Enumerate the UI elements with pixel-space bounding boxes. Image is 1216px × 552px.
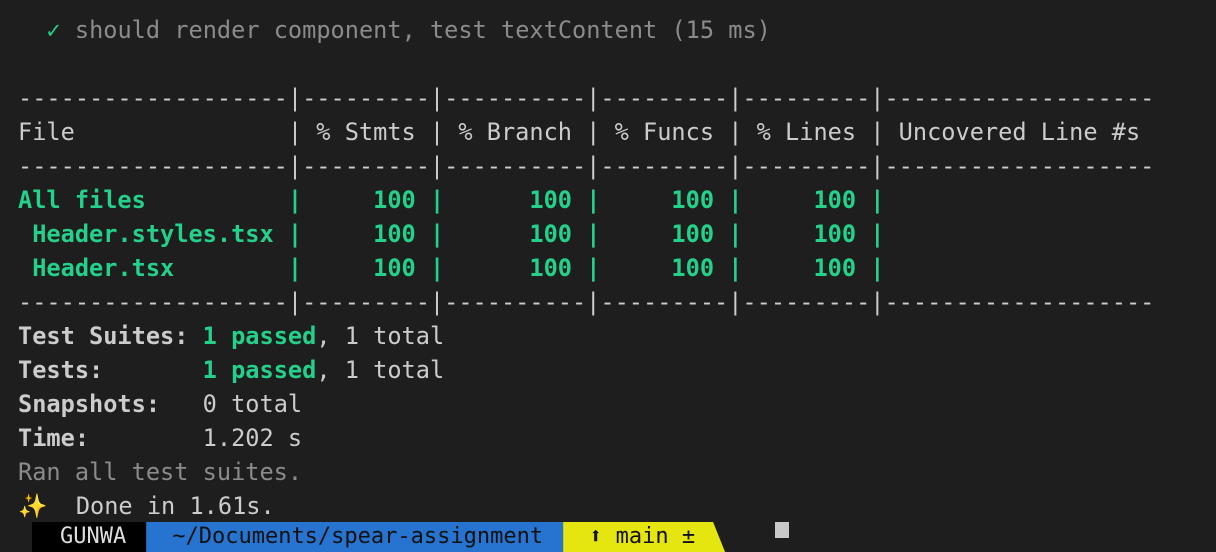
- summary-suites: Test Suites: 1 passed, 1 total: [18, 319, 1154, 353]
- summary-tests: Tests: 1 passed, 1 total: [18, 353, 1154, 387]
- test-name: should render component, test textConten…: [74, 16, 771, 44]
- table-row: Header.styles.tsx | 100 | 100 | 100 | 10…: [18, 217, 1154, 251]
- table-separator: -------------------|---------|----------…: [18, 288, 1155, 316]
- summary-snapshots: Snapshots: 0 total: [18, 387, 1154, 421]
- table-header: File | % Stmts | % Branch | % Funcs | % …: [18, 118, 1155, 146]
- prompt-branch: ⬆ main ±: [563, 522, 725, 552]
- coverage-values: | 100 | 100 | 100 | 100 |: [287, 186, 1155, 214]
- value: 0 total: [202, 390, 303, 418]
- value: 1.202 s: [202, 424, 303, 452]
- table-separator: -------------------|---------|----------…: [18, 152, 1155, 180]
- check-icon: ✓: [46, 16, 61, 44]
- total-count: , 1 total: [316, 322, 445, 350]
- ran-all-line: Ran all test suites.: [18, 458, 303, 486]
- table-row: All files | 100 | 100 | 100 | 100 |: [18, 183, 1154, 217]
- total-count: , 1 total: [316, 356, 445, 384]
- label: Time:: [18, 424, 203, 452]
- passed-count: 1 passed: [202, 356, 317, 384]
- table-row: Header.tsx | 100 | 100 | 100 | 100 |: [18, 251, 1154, 285]
- label: Snapshots:: [18, 390, 203, 418]
- passed-count: 1 passed: [202, 322, 317, 350]
- prompt-user: GUNWA: [32, 522, 147, 552]
- table-separator: -------------------|---------|----------…: [18, 84, 1155, 112]
- coverage-values: | 100 | 100 | 100 | 100 |: [287, 254, 1155, 282]
- file-name: All files: [18, 186, 274, 214]
- file-name: Header.styles.tsx: [18, 220, 274, 248]
- label: Test Suites:: [18, 322, 203, 350]
- summary-time: Time: 1.202 s: [18, 421, 1154, 455]
- prompt-path: ~/Documents/spear-assignment: [146, 522, 564, 552]
- coverage-values: | 100 | 100 | 100 | 100 |: [287, 220, 1155, 248]
- done-line: ✨ Done in 1.61s.: [18, 489, 1154, 523]
- terminal-cursor[interactable]: [775, 522, 789, 538]
- done-text: Done in 1.61s.: [75, 492, 275, 520]
- file-name: Header.tsx: [18, 254, 274, 282]
- label: Tests:: [18, 356, 203, 384]
- sparkles-icon: ✨: [18, 492, 48, 520]
- test-result-line: ✓ should render component, test textCont…: [18, 13, 1154, 47]
- shell-prompt: GUNWA ~/Documents/spear-assignment ⬆ mai…: [32, 522, 725, 552]
- terminal-output: ✓ should render component, test textCont…: [18, 13, 1154, 523]
